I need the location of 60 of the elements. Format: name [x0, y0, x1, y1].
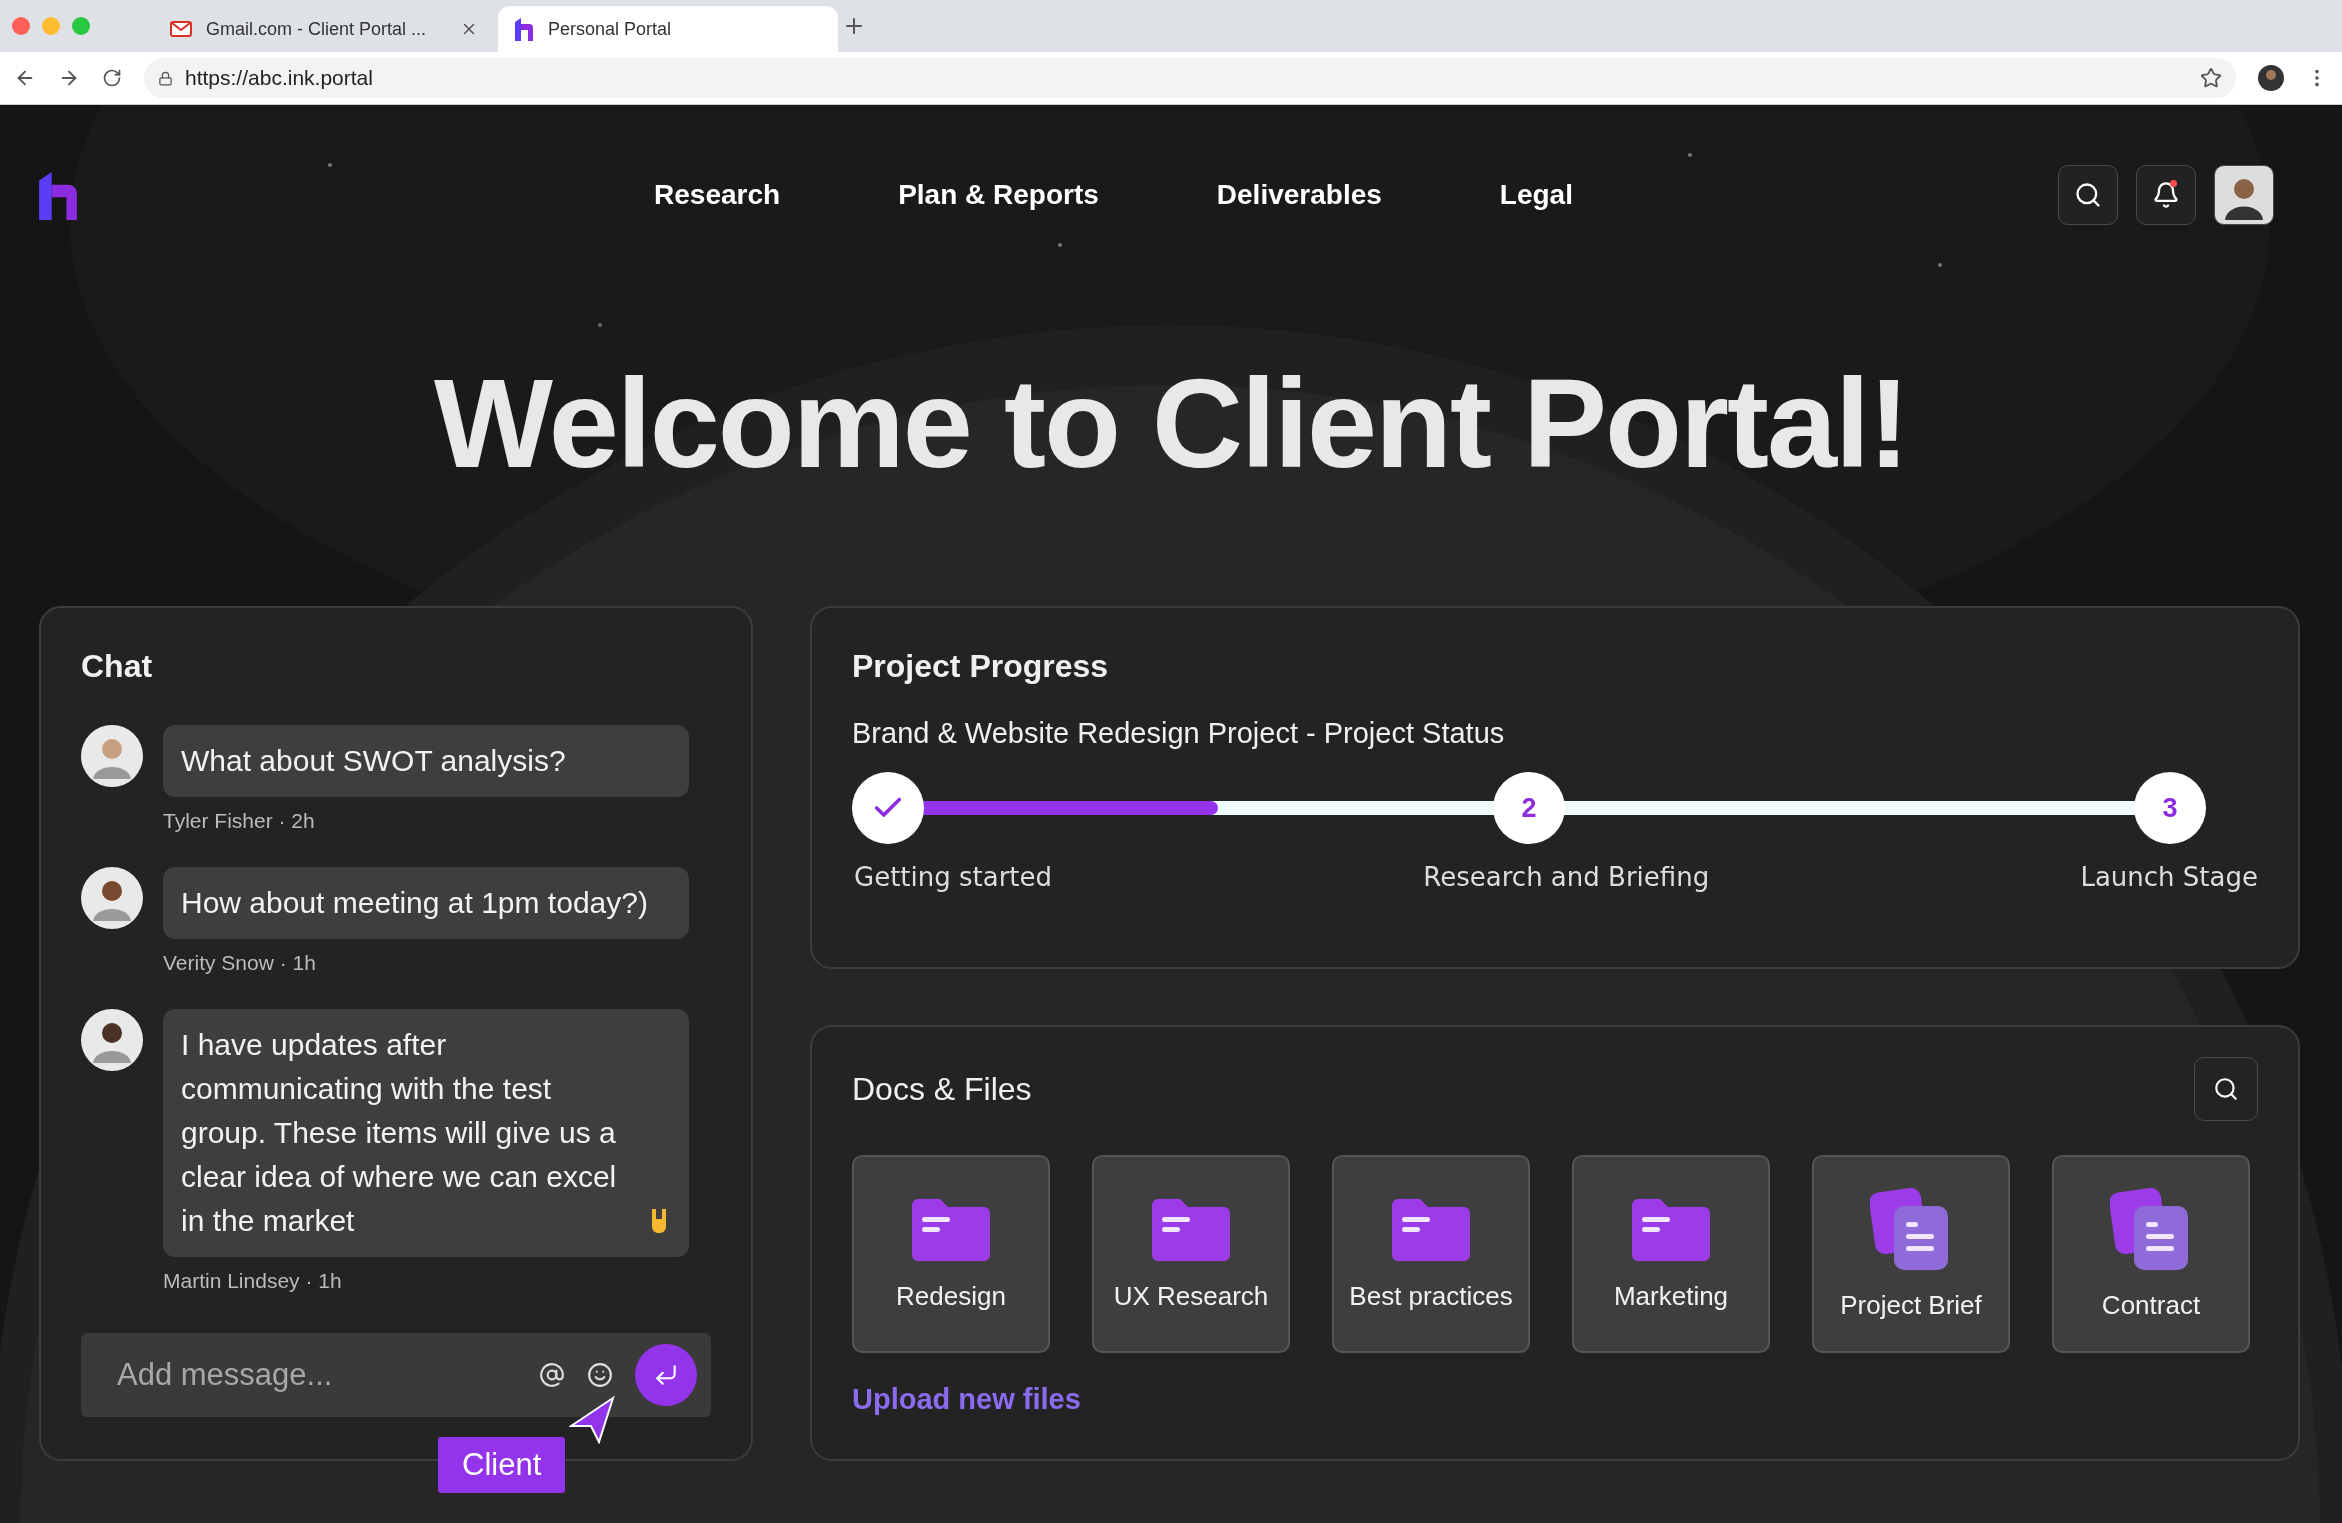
- file-tile[interactable]: Marketing: [1572, 1155, 1770, 1353]
- search-button[interactable]: [2058, 165, 2118, 225]
- browser-tab[interactable]: Gmail.com - Client Portal ...: [154, 6, 494, 52]
- nav-link[interactable]: Research: [654, 179, 781, 211]
- bookmark-icon[interactable]: [2200, 67, 2222, 89]
- browser-tab[interactable]: Personal Portal: [498, 6, 838, 52]
- notifications-button[interactable]: [2136, 165, 2196, 225]
- avatar: [81, 867, 143, 929]
- file-tile[interactable]: Project Brief: [1812, 1155, 2010, 1353]
- step-marker: 3: [2134, 772, 2206, 844]
- message-meta: Tyler Fisher · 2h: [163, 809, 316, 833]
- chat-title: Chat: [81, 648, 154, 685]
- mail-icon: [170, 21, 192, 37]
- file-tile[interactable]: Contract: [2052, 1155, 2250, 1353]
- file-name: UX Research: [1113, 1280, 1269, 1312]
- file-name: Best practices: [1349, 1280, 1513, 1312]
- file-name: Redesign: [896, 1280, 1006, 1312]
- logo-icon: [514, 17, 534, 41]
- file-name: Contract: [2101, 1289, 2201, 1321]
- file-tile[interactable]: UX Research: [1092, 1155, 1290, 1353]
- file-name: Marketing: [1613, 1280, 1729, 1312]
- avatar: [81, 725, 143, 787]
- file-tile[interactable]: Redesign: [852, 1155, 1050, 1353]
- message-field[interactable]: Add message...: [81, 1333, 711, 1417]
- message-input[interactable]: Add message...: [115, 1356, 517, 1394]
- cursor-label: Client: [438, 1437, 566, 1493]
- lock-icon: [158, 70, 173, 86]
- message-text: How about meeting at 1pm today?): [181, 885, 648, 921]
- message-meta: Verity Snow · 1h: [163, 951, 317, 975]
- search-button[interactable]: [2194, 1057, 2258, 1121]
- step-marker: 2: [1493, 772, 1565, 844]
- upload-link[interactable]: Upload new files: [852, 1383, 1081, 1416]
- nav-link[interactable]: Legal: [1499, 179, 1573, 211]
- step-label: Launch Stage: [2080, 862, 2258, 892]
- mention-icon[interactable]: [539, 1362, 565, 1388]
- address-field[interactable]: https://abc.ink.portal: [144, 58, 2236, 98]
- welcome-title: Welcome to Client Portal!: [433, 352, 1909, 496]
- emoji-icon[interactable]: [587, 1362, 613, 1388]
- search-icon: [2074, 181, 2102, 209]
- search-icon: [2213, 1076, 2239, 1102]
- message-meta: Martin Lindsey · 1h: [163, 1269, 343, 1293]
- enter-icon: [653, 1362, 679, 1388]
- file-name: Project Brief: [1840, 1289, 1982, 1321]
- user-avatar[interactable]: [2214, 165, 2274, 225]
- reload-icon[interactable]: [102, 68, 122, 88]
- profile-avatar[interactable]: [2258, 65, 2284, 91]
- progress-title: Project Progress: [852, 648, 1110, 685]
- nav-link[interactable]: Plan & Reports: [898, 179, 1099, 211]
- project-status-title: Brand & Website Redesign Project - Project Status: [852, 717, 1506, 750]
- cursor-icon: [569, 1396, 615, 1444]
- message-text: I have updates after communicating with the test group. These items will give us a clear idea of where we can excel in the market: [181, 1027, 618, 1239]
- bell-icon: [2152, 181, 2180, 209]
- docs-title: Docs & Files: [852, 1070, 1032, 1108]
- step-label: Research and Briefing: [1423, 862, 1710, 892]
- avatar: [81, 1009, 143, 1071]
- nav-link[interactable]: Deliverables: [1216, 179, 1382, 211]
- file-tile[interactable]: Best practices: [1332, 1155, 1530, 1353]
- message-text: What about SWOT analysis?: [181, 743, 566, 779]
- step-label: Getting started: [854, 862, 1053, 892]
- logo-icon: [37, 169, 79, 221]
